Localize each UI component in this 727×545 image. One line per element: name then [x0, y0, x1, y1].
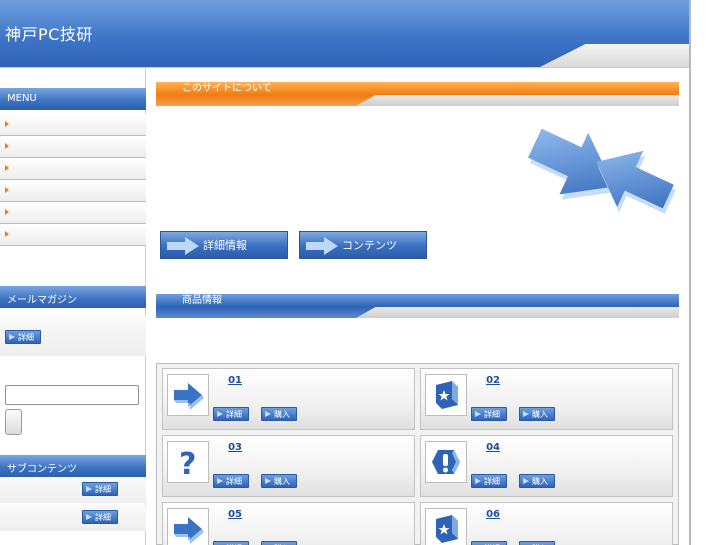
- about-section-header: このサイトについて: [156, 82, 679, 106]
- contents-button-label: コンテンツ: [342, 239, 397, 252]
- play-icon: [86, 486, 92, 492]
- sub-detail-label: 詳細: [95, 485, 111, 494]
- arrow-icon[interactable]: [167, 374, 209, 416]
- menu-item[interactable]: [0, 136, 146, 158]
- mail-detail-button[interactable]: 詳細: [5, 330, 41, 344]
- orange-arrow-icon: [5, 121, 9, 127]
- play-icon: [9, 334, 15, 340]
- play-icon: [265, 411, 271, 417]
- detail-label: 詳細: [484, 410, 500, 419]
- product-detail-button[interactable]: 詳細: [471, 541, 507, 545]
- product-card: 01 詳細 購入: [162, 368, 415, 430]
- orange-arrow-icon: [5, 187, 9, 193]
- mail-email-input[interactable]: [5, 385, 139, 405]
- menu-item[interactable]: [0, 180, 146, 202]
- menu-heading: MENU: [0, 88, 146, 110]
- menu-item[interactable]: [0, 202, 146, 224]
- product-buy-button[interactable]: 購入: [261, 407, 297, 421]
- products-section-title: 商品情報: [182, 295, 222, 306]
- product-buy-button[interactable]: 購入: [519, 541, 555, 545]
- details-button-label: 詳細情報: [203, 239, 247, 252]
- product-detail-button[interactable]: 詳細: [471, 474, 507, 488]
- mail-magazine-heading: メールマガジン: [0, 286, 146, 308]
- product-buy-button[interactable]: 購入: [519, 407, 555, 421]
- product-buy-button[interactable]: 購入: [519, 474, 555, 488]
- product-buy-button[interactable]: 購入: [261, 474, 297, 488]
- detail-label: 詳細: [226, 410, 242, 419]
- product-number-link[interactable]: 06: [470, 509, 500, 520]
- sub-contents-heading: サブコンテンツ: [0, 455, 146, 477]
- exclamation-icon[interactable]: [425, 441, 467, 483]
- product-buy-button[interactable]: 購入: [261, 541, 297, 545]
- page: 神戸PC技研 MENU メールマガジン 詳細 サブコンテンツ 詳細 詳細 このサ…: [0, 0, 690, 545]
- product-card: ? 03 詳細 購入: [162, 435, 415, 497]
- arrow-icon[interactable]: [167, 508, 209, 545]
- product-number-link[interactable]: 05: [212, 509, 242, 520]
- sub-contents-row: [0, 477, 146, 503]
- play-icon: [217, 411, 223, 417]
- sub-detail-label: 詳細: [95, 513, 111, 522]
- play-icon: [475, 478, 481, 484]
- product-detail-button[interactable]: 詳細: [471, 407, 507, 421]
- site-title[interactable]: 神戸PC技研: [5, 21, 93, 45]
- orange-arrow-icon: [5, 143, 9, 149]
- orange-arrow-icon: [5, 209, 9, 215]
- detail-label: 詳細: [484, 477, 500, 486]
- buy-label: 購入: [532, 410, 548, 419]
- menu-item[interactable]: [0, 158, 146, 180]
- mail-submit-button[interactable]: [5, 409, 22, 435]
- play-icon: [217, 478, 223, 484]
- header-swoosh: [538, 44, 690, 68]
- product-card: 04 詳細 購入: [420, 435, 673, 497]
- product-grid: 01 詳細 購入 02 詳細 購入 ? 03 詳細 購入 04 詳細 購入 05…: [156, 363, 679, 545]
- product-number-link[interactable]: 01: [212, 375, 242, 386]
- sub-contents-row: [0, 505, 146, 531]
- page-right-border: [689, 0, 691, 545]
- product-number-link[interactable]: 03: [212, 442, 242, 453]
- play-icon: [523, 478, 529, 484]
- play-icon: [475, 411, 481, 417]
- buy-label: 購入: [532, 477, 548, 486]
- product-detail-button[interactable]: 詳細: [213, 407, 249, 421]
- arrow-right-icon: [306, 237, 338, 255]
- sub-detail-button-1[interactable]: 詳細: [82, 482, 118, 496]
- play-icon: [523, 411, 529, 417]
- buy-label: 購入: [274, 410, 290, 419]
- product-card: 02 詳細 購入: [420, 368, 673, 430]
- contents-button[interactable]: コンテンツ: [299, 231, 427, 259]
- play-icon: [265, 478, 271, 484]
- play-icon: [86, 514, 92, 520]
- arrow-right-icon: [167, 237, 199, 255]
- site-header: 神戸PC技研: [0, 0, 690, 68]
- buy-label: 購入: [274, 477, 290, 486]
- star-box-icon[interactable]: [425, 374, 467, 416]
- menu-item[interactable]: [0, 114, 146, 136]
- sub-detail-button-2[interactable]: 詳細: [82, 510, 118, 524]
- product-detail-button[interactable]: 詳細: [213, 474, 249, 488]
- products-section-header: 商品情報: [156, 294, 679, 318]
- mail-detail-label: 詳細: [18, 333, 34, 342]
- product-number-link[interactable]: 04: [470, 442, 500, 453]
- details-button[interactable]: 詳細情報: [160, 231, 288, 259]
- orange-arrow-icon: [5, 231, 9, 237]
- product-detail-button[interactable]: 詳細: [213, 541, 249, 545]
- main-content: このサイトについて 詳細情報 コンテンツ 商品情報 01 詳細 購入 02 詳細…: [146, 68, 690, 545]
- orange-arrow-icon: [5, 165, 9, 171]
- product-number-link[interactable]: 02: [470, 375, 500, 386]
- detail-label: 詳細: [226, 477, 242, 486]
- product-card: 06 詳細 購入: [420, 502, 673, 545]
- double-arrow-icon: [528, 128, 676, 214]
- svg-text:?: ?: [179, 447, 196, 482]
- product-card: 05 詳細 購入: [162, 502, 415, 545]
- menu-item[interactable]: [0, 224, 146, 246]
- about-section-title: このサイトについて: [182, 83, 272, 94]
- question-icon[interactable]: ?: [167, 441, 209, 483]
- star-box-icon[interactable]: [425, 508, 467, 545]
- sidebar: MENU メールマガジン 詳細 サブコンテンツ 詳細 詳細: [0, 68, 146, 545]
